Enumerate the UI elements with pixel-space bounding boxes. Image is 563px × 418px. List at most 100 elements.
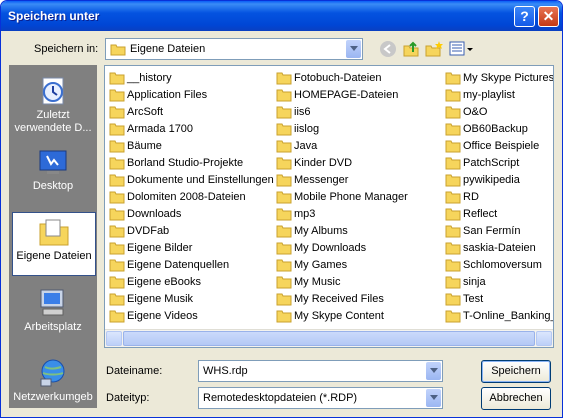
folder-item[interactable]: Messenger [276, 172, 441, 189]
folder-item[interactable]: iislog [276, 121, 441, 138]
folder-name: Kinder DVD [294, 157, 353, 169]
folder-icon [276, 310, 292, 323]
back-icon[interactable] [379, 40, 397, 58]
chevron-down-icon[interactable] [346, 40, 361, 58]
folder-icon [276, 140, 292, 153]
folder-item[interactable]: Dolomiten 2008-Dateien [109, 189, 274, 206]
folder-icon [110, 44, 126, 56]
save-in-combo[interactable]: Eigene Dateien [105, 38, 363, 60]
folder-item[interactable]: OB60Backup [445, 121, 553, 138]
folder-name: Eigene Bilder [127, 242, 193, 254]
folder-item[interactable]: Application Files [109, 87, 274, 104]
folder-icon [445, 140, 461, 153]
folder-name: San Fermín [463, 225, 521, 237]
folder-item[interactable]: My Received Files [276, 291, 441, 308]
folder-item[interactable]: O&O [445, 104, 553, 121]
up-folder-icon[interactable] [402, 40, 420, 58]
my-computer-icon [40, 289, 64, 316]
folder-item[interactable]: Dokumente und Einstellungen [109, 172, 274, 189]
title-bar[interactable]: Speichern unter ? ✕ [1, 1, 562, 31]
filename-input[interactable]: WHS.rdp [198, 360, 443, 382]
folder-item[interactable]: PatchScript [445, 155, 553, 172]
folder-item[interactable]: My Skype Content [276, 308, 441, 325]
folder-name: My Music [294, 276, 341, 288]
place-desktop[interactable]: Desktop [10, 143, 96, 207]
folder-item[interactable]: Armada 1700 [109, 121, 274, 138]
folder-icon [445, 157, 461, 170]
folder-icon [109, 123, 125, 136]
save-button[interactable]: Speichern [481, 360, 551, 383]
new-folder-icon[interactable] [425, 40, 443, 58]
folder-item[interactable]: My Downloads [276, 240, 441, 257]
folder-icon [445, 174, 461, 187]
help-button[interactable]: ? [514, 6, 535, 27]
folder-item[interactable]: San Fermín [445, 223, 553, 240]
cancel-button[interactable]: Abbrechen [481, 387, 551, 410]
folder-item[interactable]: Borland Studio-Projekte [109, 155, 274, 172]
folder-item[interactable]: Office Beispiele [445, 138, 553, 155]
folder-item[interactable]: iis6 [276, 104, 441, 121]
folder-name: Eigene Videos [127, 310, 198, 322]
scroll-right-button[interactable] [536, 331, 552, 346]
folder-icon [276, 72, 292, 85]
place-network[interactable]: Netzwerkumgeb [10, 354, 96, 417]
folder-item[interactable]: Mobile Phone Manager [276, 189, 441, 206]
scroll-thumb[interactable] [123, 331, 535, 346]
save-in-label: Speichern in: [34, 43, 99, 55]
folder-item[interactable]: My Games [276, 257, 441, 274]
folder-item[interactable]: ArcSoft [109, 104, 274, 121]
folder-item[interactable]: Reflect [445, 206, 553, 223]
folder-name: Schlomoversum [463, 259, 542, 271]
folder-icon [109, 106, 125, 119]
folder-item[interactable]: Eigene eBooks [109, 274, 274, 291]
folder-item[interactable]: My Albums [276, 223, 441, 240]
folder-item[interactable]: My Skype Pictures [445, 70, 553, 87]
folder-icon [445, 72, 461, 85]
folder-item[interactable]: saskia-Dateien [445, 240, 553, 257]
folder-item[interactable]: Eigene Bilder [109, 240, 274, 257]
folder-name: Office Beispiele [463, 140, 540, 152]
place-my-computer[interactable]: Arbeitsplatz [10, 284, 96, 348]
view-menu-icon[interactable] [449, 40, 473, 58]
folder-item[interactable]: sinja [445, 274, 553, 291]
folder-item[interactable]: mp3 [276, 206, 441, 223]
folder-item[interactable]: HOMEPAGE-Dateien [276, 87, 441, 104]
chevron-down-icon[interactable] [426, 362, 441, 380]
folder-item[interactable]: Eigene Musik [109, 291, 274, 308]
horizontal-scrollbar[interactable] [105, 329, 553, 347]
folder-item[interactable]: Downloads [109, 206, 274, 223]
place-my-documents[interactable]: Eigene Dateien [12, 212, 96, 276]
scroll-left-button[interactable] [106, 331, 122, 346]
close-button[interactable]: ✕ [538, 6, 559, 27]
folder-item[interactable]: Kinder DVD [276, 155, 441, 172]
folder-item[interactable]: Test [445, 291, 553, 308]
file-list[interactable]: __history Application Files ArcSoft Armada … [104, 65, 554, 348]
folder-item[interactable]: DVDFab [109, 223, 274, 240]
folder-name: Borland Studio-Projekte [127, 157, 244, 169]
chevron-down-icon[interactable] [426, 389, 441, 407]
folder-item[interactable]: Schlomoversum [445, 257, 553, 274]
folder-icon [109, 310, 125, 323]
folder-name: sinja [463, 276, 486, 288]
filename-label: Dateiname: [106, 365, 163, 377]
folder-item[interactable]: pywikipedia [445, 172, 553, 189]
folder-name: O&O [463, 106, 488, 118]
folder-item[interactable]: Eigene Videos [109, 308, 274, 325]
folder-item[interactable]: Bäume [109, 138, 274, 155]
folder-item[interactable]: Fotobuch-Dateien [276, 70, 441, 87]
place-recent[interactable]: Zuletzt verwendete D... [10, 72, 96, 136]
folder-icon [109, 259, 125, 272]
folder-item[interactable]: my-playlist [445, 87, 553, 104]
folder-name: HOMEPAGE-Dateien [294, 89, 399, 101]
folder-name: iis6 [294, 106, 311, 118]
folder-item[interactable]: __history [109, 70, 274, 87]
folder-icon [276, 208, 292, 221]
folder-item[interactable]: RD [445, 189, 553, 206]
folder-item[interactable]: Java [276, 138, 441, 155]
filetype-select[interactable]: Remotedesktopdateien (*.RDP) [198, 387, 443, 409]
folder-name: DVDFab [127, 225, 170, 237]
folder-item[interactable]: My Music [276, 274, 441, 291]
folder-name: ArcSoft [127, 106, 164, 118]
folder-item[interactable]: T-Online_Banking_I [445, 308, 553, 325]
folder-item[interactable]: Eigene Datenquellen [109, 257, 274, 274]
